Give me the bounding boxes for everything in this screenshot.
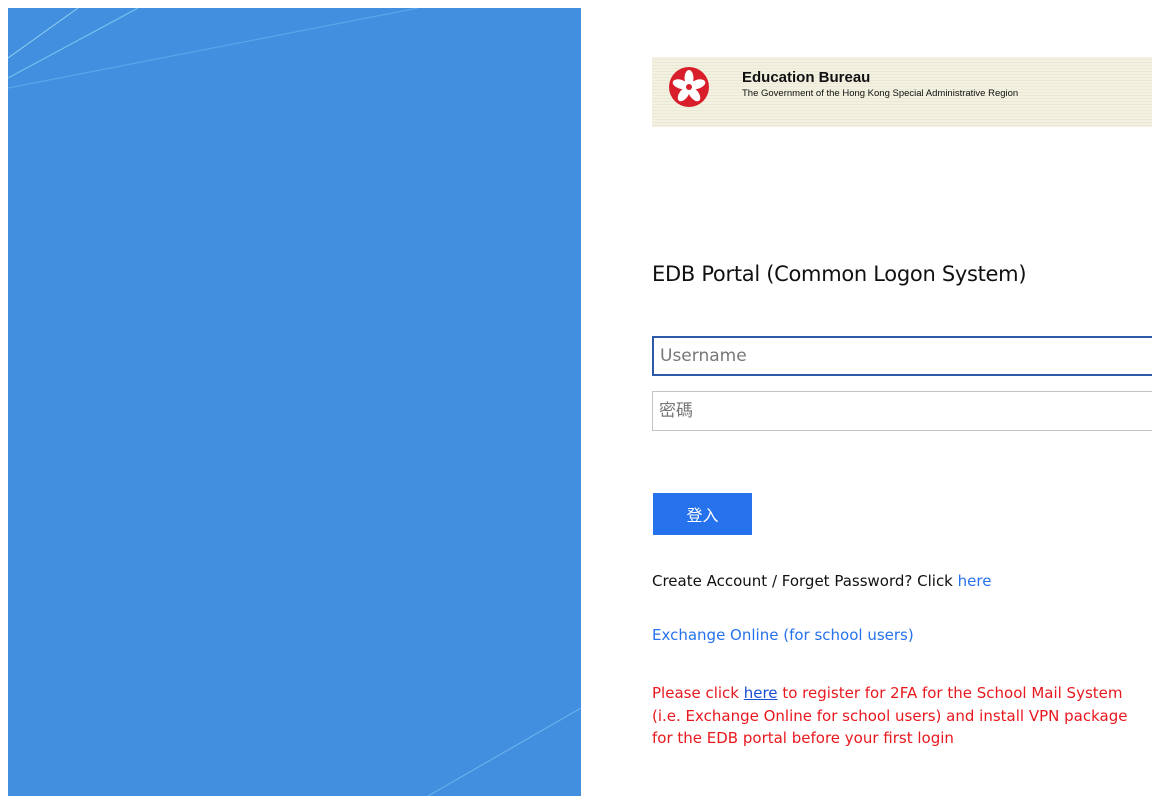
create-account-prefix: Create Account / Forget Password? Click — [652, 572, 958, 590]
create-account-link[interactable]: here — [958, 572, 992, 590]
page-title: EDB Portal (Common Logon System) — [652, 262, 1027, 286]
2fa-notice: Please click here to register for 2FA fo… — [652, 682, 1152, 750]
education-bureau-banner: Education Bureau The Government of the H… — [652, 57, 1152, 127]
hero-panel — [8, 8, 581, 796]
2fa-register-link[interactable]: here — [744, 684, 778, 702]
create-account-text: Create Account / Forget Password? Click … — [652, 572, 991, 590]
hero-decoration — [8, 8, 581, 796]
government-name: The Government of the Hong Kong Special … — [742, 88, 1019, 99]
bureau-name: Education Bureau — [742, 69, 871, 86]
login-button[interactable]: 登入 — [653, 493, 752, 535]
username-input[interactable] — [652, 336, 1152, 376]
password-input[interactable] — [652, 391, 1152, 431]
exchange-online-link[interactable]: Exchange Online (for school users) — [652, 626, 914, 644]
hk-bauhinia-emblem-icon — [669, 67, 709, 107]
notice-prefix: Please click — [652, 684, 744, 702]
